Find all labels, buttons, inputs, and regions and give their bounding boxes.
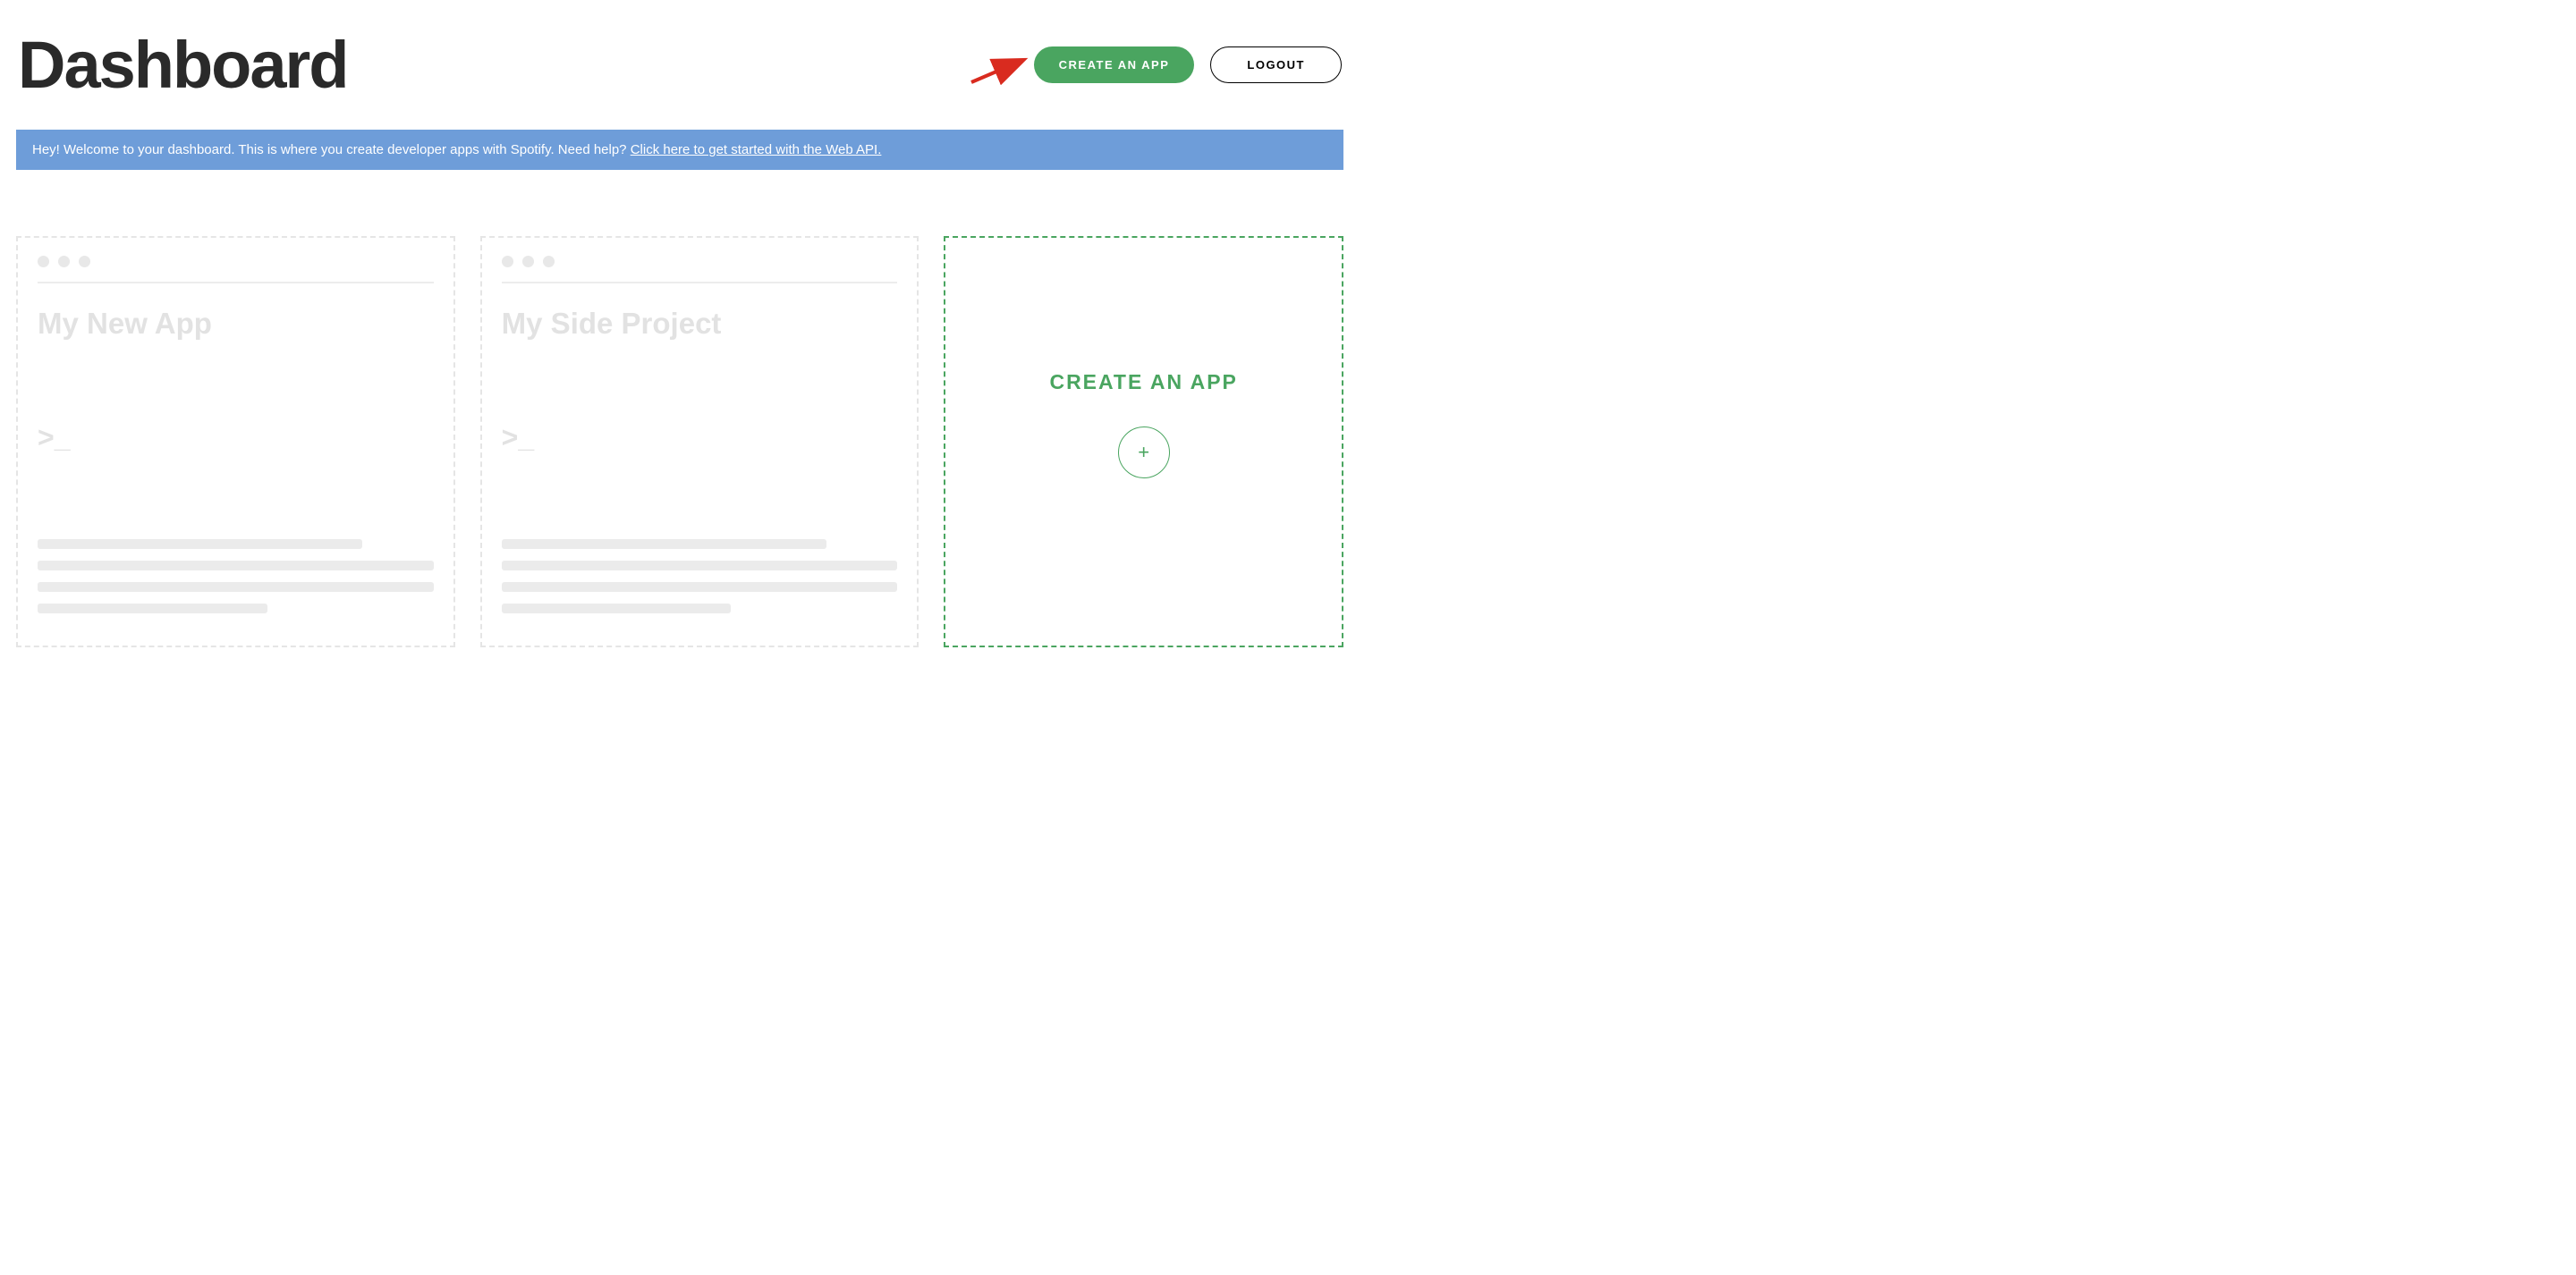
create-card-title: CREATE AN APP bbox=[1049, 370, 1237, 394]
welcome-banner-text: Hey! Welcome to your dashboard. This is … bbox=[32, 142, 631, 157]
terminal-prompt-icon: >_ bbox=[502, 421, 898, 454]
app-card[interactable]: My New App >_ bbox=[16, 236, 455, 647]
app-card-title: My New App bbox=[38, 307, 434, 341]
app-card-title: My Side Project bbox=[502, 307, 898, 341]
placeholder-lines bbox=[502, 539, 898, 613]
header-actions: CREATE AN APP LOGOUT bbox=[1034, 46, 1342, 83]
logout-button[interactable]: LOGOUT bbox=[1210, 46, 1342, 83]
app-card[interactable]: My Side Project >_ bbox=[480, 236, 919, 647]
create-app-button[interactable]: CREATE AN APP bbox=[1034, 46, 1195, 83]
page-title: Dashboard bbox=[18, 27, 348, 103]
create-app-card[interactable]: CREATE AN APP + bbox=[944, 236, 1343, 647]
page-header: Dashboard CREATE AN APP LOGOUT bbox=[0, 0, 1360, 130]
welcome-banner: Hey! Welcome to your dashboard. This is … bbox=[16, 130, 1343, 170]
arrow-annotation-icon bbox=[970, 54, 1032, 89]
card-divider bbox=[38, 282, 434, 283]
apps-grid: My New App >_ My Side Project >_ CREATE … bbox=[0, 170, 1360, 665]
terminal-prompt-icon: >_ bbox=[38, 421, 434, 454]
welcome-banner-link[interactable]: Click here to get started with the Web A… bbox=[631, 142, 882, 157]
placeholder-lines bbox=[38, 539, 434, 613]
window-dots-icon bbox=[502, 256, 898, 267]
plus-circle-icon: + bbox=[1118, 426, 1170, 478]
card-divider bbox=[502, 282, 898, 283]
window-dots-icon bbox=[38, 256, 434, 267]
